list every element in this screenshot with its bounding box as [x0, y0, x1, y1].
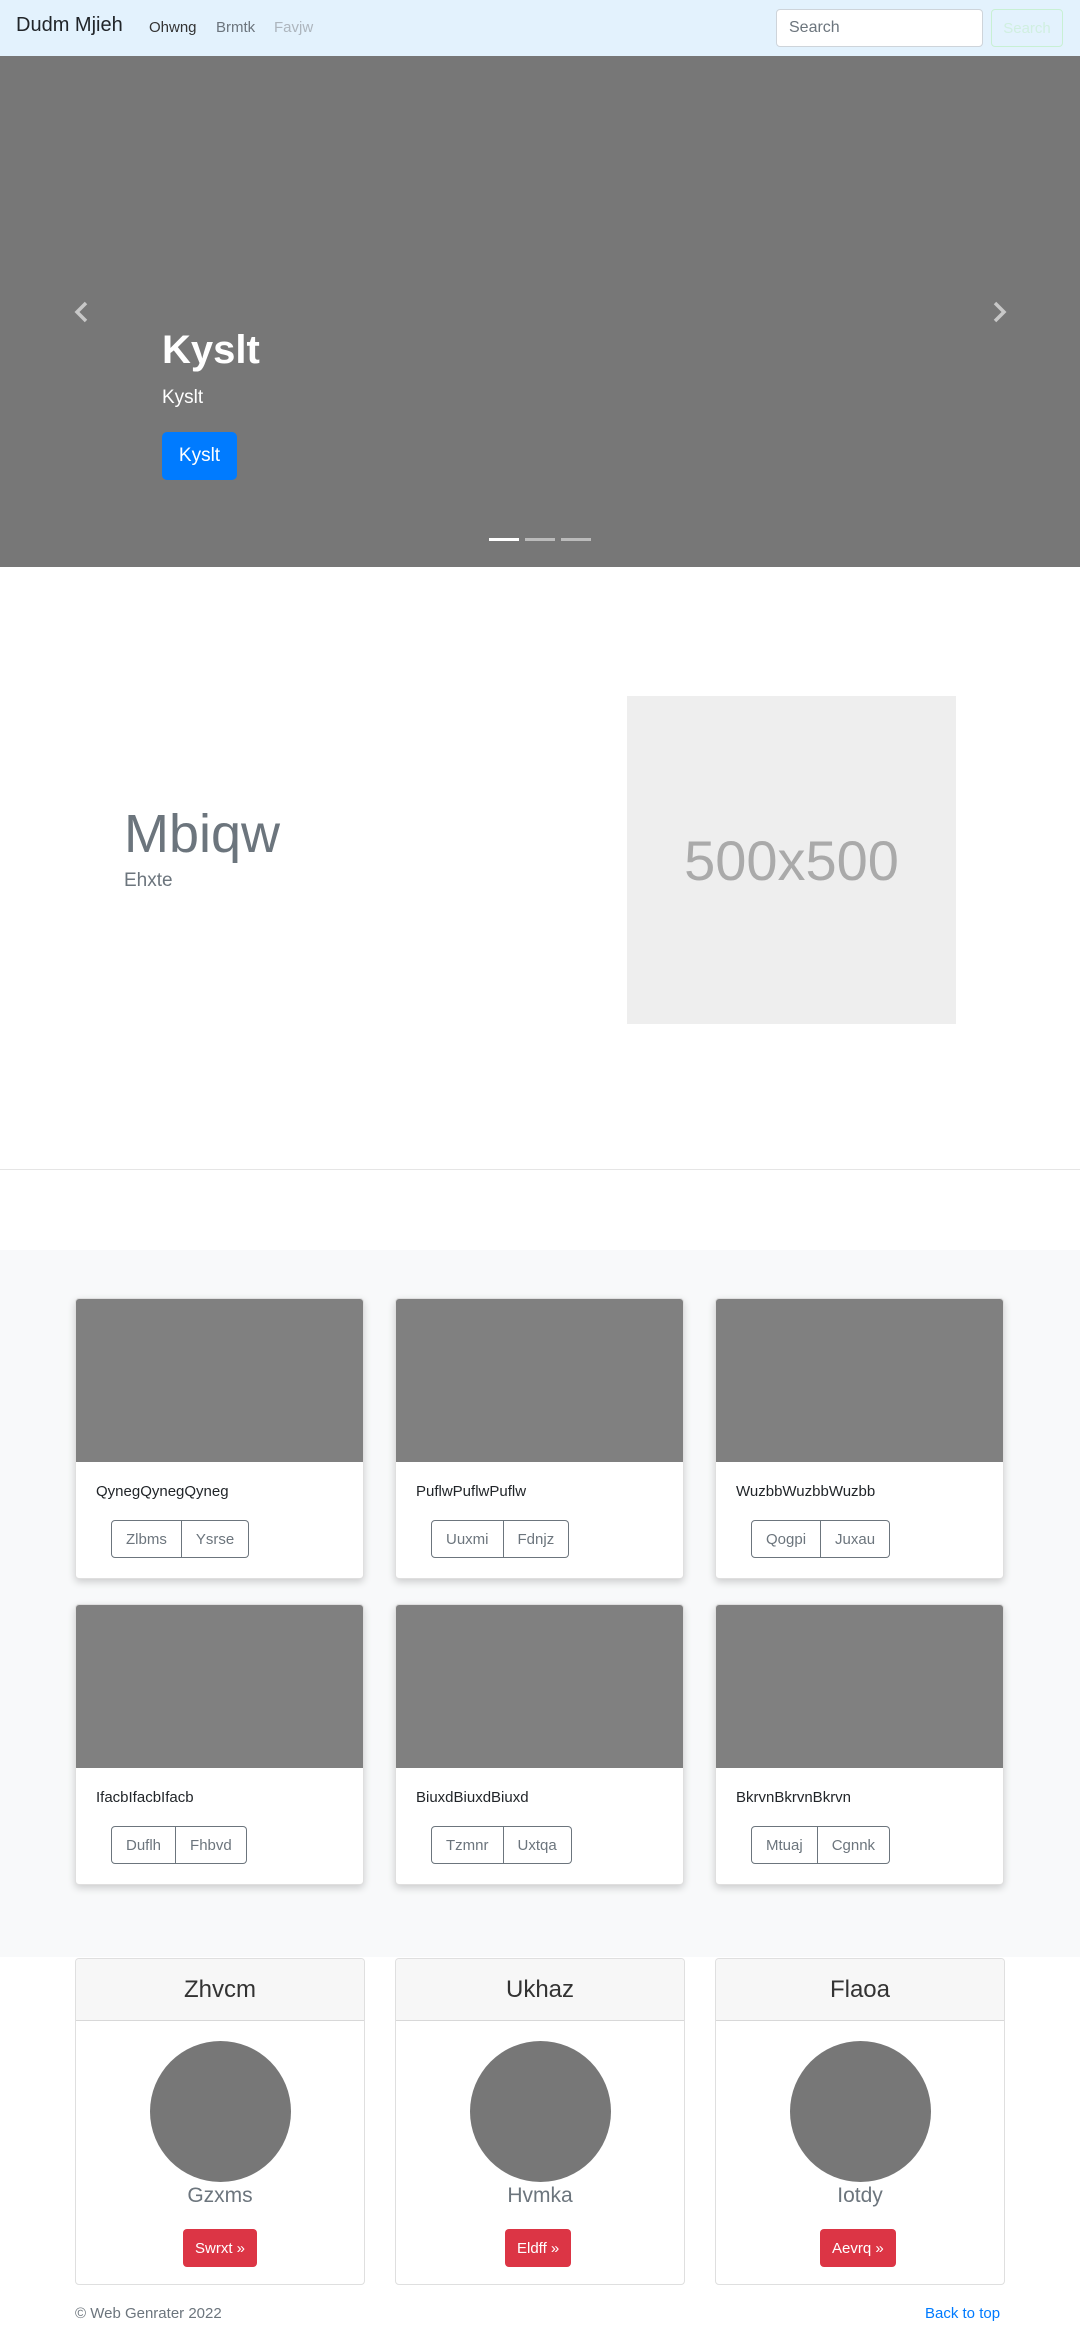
card-view-button[interactable]: Zlbms	[111, 1520, 182, 1558]
hero-carousel: Kyslt Kyslt Kyslt	[0, 56, 1080, 567]
placeholder-image-label: 500x500	[684, 828, 899, 892]
profile-card-header: Zhvcm	[76, 1959, 364, 2021]
card-text: BiuxdBiuxdBiuxd	[416, 1789, 529, 1806]
card-edit-button[interactable]: Juxau	[821, 1520, 891, 1558]
card-edit-button[interactable]: Fdnjz	[503, 1520, 570, 1558]
card-edit-button[interactable]: Cgnnk	[817, 1826, 891, 1864]
nav-link-brmtk[interactable]: Brmtk	[216, 19, 255, 36]
back-to-top-link[interactable]: Back to top	[925, 2305, 1000, 2322]
card-view-button[interactable]: Duflh	[111, 1826, 177, 1864]
carousel-subtitle: Kyslt	[162, 387, 204, 408]
search-input[interactable]	[776, 9, 983, 47]
carousel-indicator-1[interactable]	[489, 538, 519, 541]
card-button-group: Qogpi Juxau	[751, 1520, 891, 1558]
profile-card-header: Flaoa	[716, 1959, 1004, 2021]
profile-card: Zhvcm Gzxms Swrxt »	[75, 1958, 365, 2285]
carousel-title: Kyslt	[162, 328, 260, 372]
nav-link-favjw-disabled: Favjw	[274, 19, 314, 36]
card-text: BkrvnBkrvnBkrvn	[736, 1789, 852, 1806]
profile-name: Hvmka	[507, 2184, 573, 2207]
card-view-button[interactable]: Tzmnr	[431, 1826, 504, 1864]
album-card: QynegQynegQyneg Zlbms Ysrse	[75, 1298, 364, 1579]
album-card: BiuxdBiuxdBiuxd Tzmnr Uxtqa	[395, 1604, 684, 1885]
card-button-group: Zlbms Ysrse	[111, 1520, 250, 1558]
navbar: Dudm Mjieh Ohwng Brmtk Favjw Search	[0, 0, 1080, 56]
album-card: BkrvnBkrvnBkrvn Mtuaj Cgnnk	[715, 1604, 1004, 1885]
search-button[interactable]: Search	[991, 9, 1063, 47]
album-card: PuflwPuflwPuflw Uuxmi Fdnjz	[395, 1298, 684, 1579]
card-edit-button[interactable]: Fhbvd	[176, 1826, 247, 1864]
card-button-group: Duflh Fhbvd	[111, 1826, 247, 1864]
card-image	[396, 1299, 683, 1462]
feature-subheading: Ehxte	[124, 870, 173, 891]
carousel-indicator-3[interactable]	[561, 538, 591, 541]
profile-name: Iotdy	[837, 2184, 883, 2207]
card-image	[396, 1605, 683, 1768]
card-text: WuzbbWuzbbWuzbb	[736, 1483, 876, 1500]
nav-link-ohwng[interactable]: Ohwng	[149, 19, 197, 36]
card-edit-button[interactable]: Ysrse	[181, 1520, 250, 1558]
profile-action-button[interactable]: Eldff »	[505, 2229, 572, 2267]
avatar	[470, 2041, 611, 2182]
avatar	[790, 2041, 931, 2182]
album-section: QynegQynegQyneg Zlbms Ysrse PuflwPuflwPu…	[0, 1250, 1080, 1957]
album-card: IfacbIfacbIfacb Duflh Fhbvd	[75, 1604, 364, 1885]
card-image	[76, 1299, 363, 1462]
profile-name: Gzxms	[187, 2184, 253, 2207]
profile-card-header: Ukhaz	[396, 1959, 684, 2021]
card-text: IfacbIfacbIfacb	[96, 1789, 194, 1806]
card-view-button[interactable]: Qogpi	[751, 1520, 822, 1558]
carousel-indicator-2[interactable]	[525, 538, 555, 541]
carousel-cta-button[interactable]: Kyslt	[162, 432, 237, 480]
card-image	[76, 1605, 363, 1768]
card-view-button[interactable]: Uuxmi	[431, 1520, 504, 1558]
card-text: PuflwPuflwPuflw	[416, 1483, 527, 1500]
card-button-group: Tzmnr Uxtqa	[431, 1826, 572, 1864]
feature-placeholder-image: 500x500	[627, 696, 956, 1024]
card-image	[716, 1605, 1003, 1768]
profile-action-button[interactable]: Aevrq »	[820, 2229, 896, 2267]
card-view-button[interactable]: Mtuaj	[751, 1826, 818, 1864]
avatar	[150, 2041, 291, 2182]
navbar-brand[interactable]: Dudm Mjieh	[16, 14, 123, 37]
card-text: QynegQynegQyneg	[96, 1483, 229, 1500]
card-image	[716, 1299, 1003, 1462]
profile-action-button[interactable]: Swrxt »	[183, 2229, 258, 2267]
profile-card: Ukhaz Hvmka Eldff »	[395, 1958, 685, 2285]
card-edit-button[interactable]: Uxtqa	[503, 1826, 572, 1864]
carousel-prev-icon[interactable]	[72, 300, 92, 324]
feature-heading: Mbiqw	[124, 804, 281, 864]
album-card: WuzbbWuzbbWuzbb Qogpi Juxau	[715, 1298, 1004, 1579]
card-button-group: Uuxmi Fdnjz	[431, 1520, 570, 1558]
section-divider	[0, 1169, 1080, 1170]
carousel-next-icon[interactable]	[989, 300, 1009, 324]
card-button-group: Mtuaj Cgnnk	[751, 1826, 891, 1864]
profile-card: Flaoa Iotdy Aevrq »	[715, 1958, 1005, 2285]
footer-copyright: © Web Genrater 2022	[75, 2305, 222, 2322]
